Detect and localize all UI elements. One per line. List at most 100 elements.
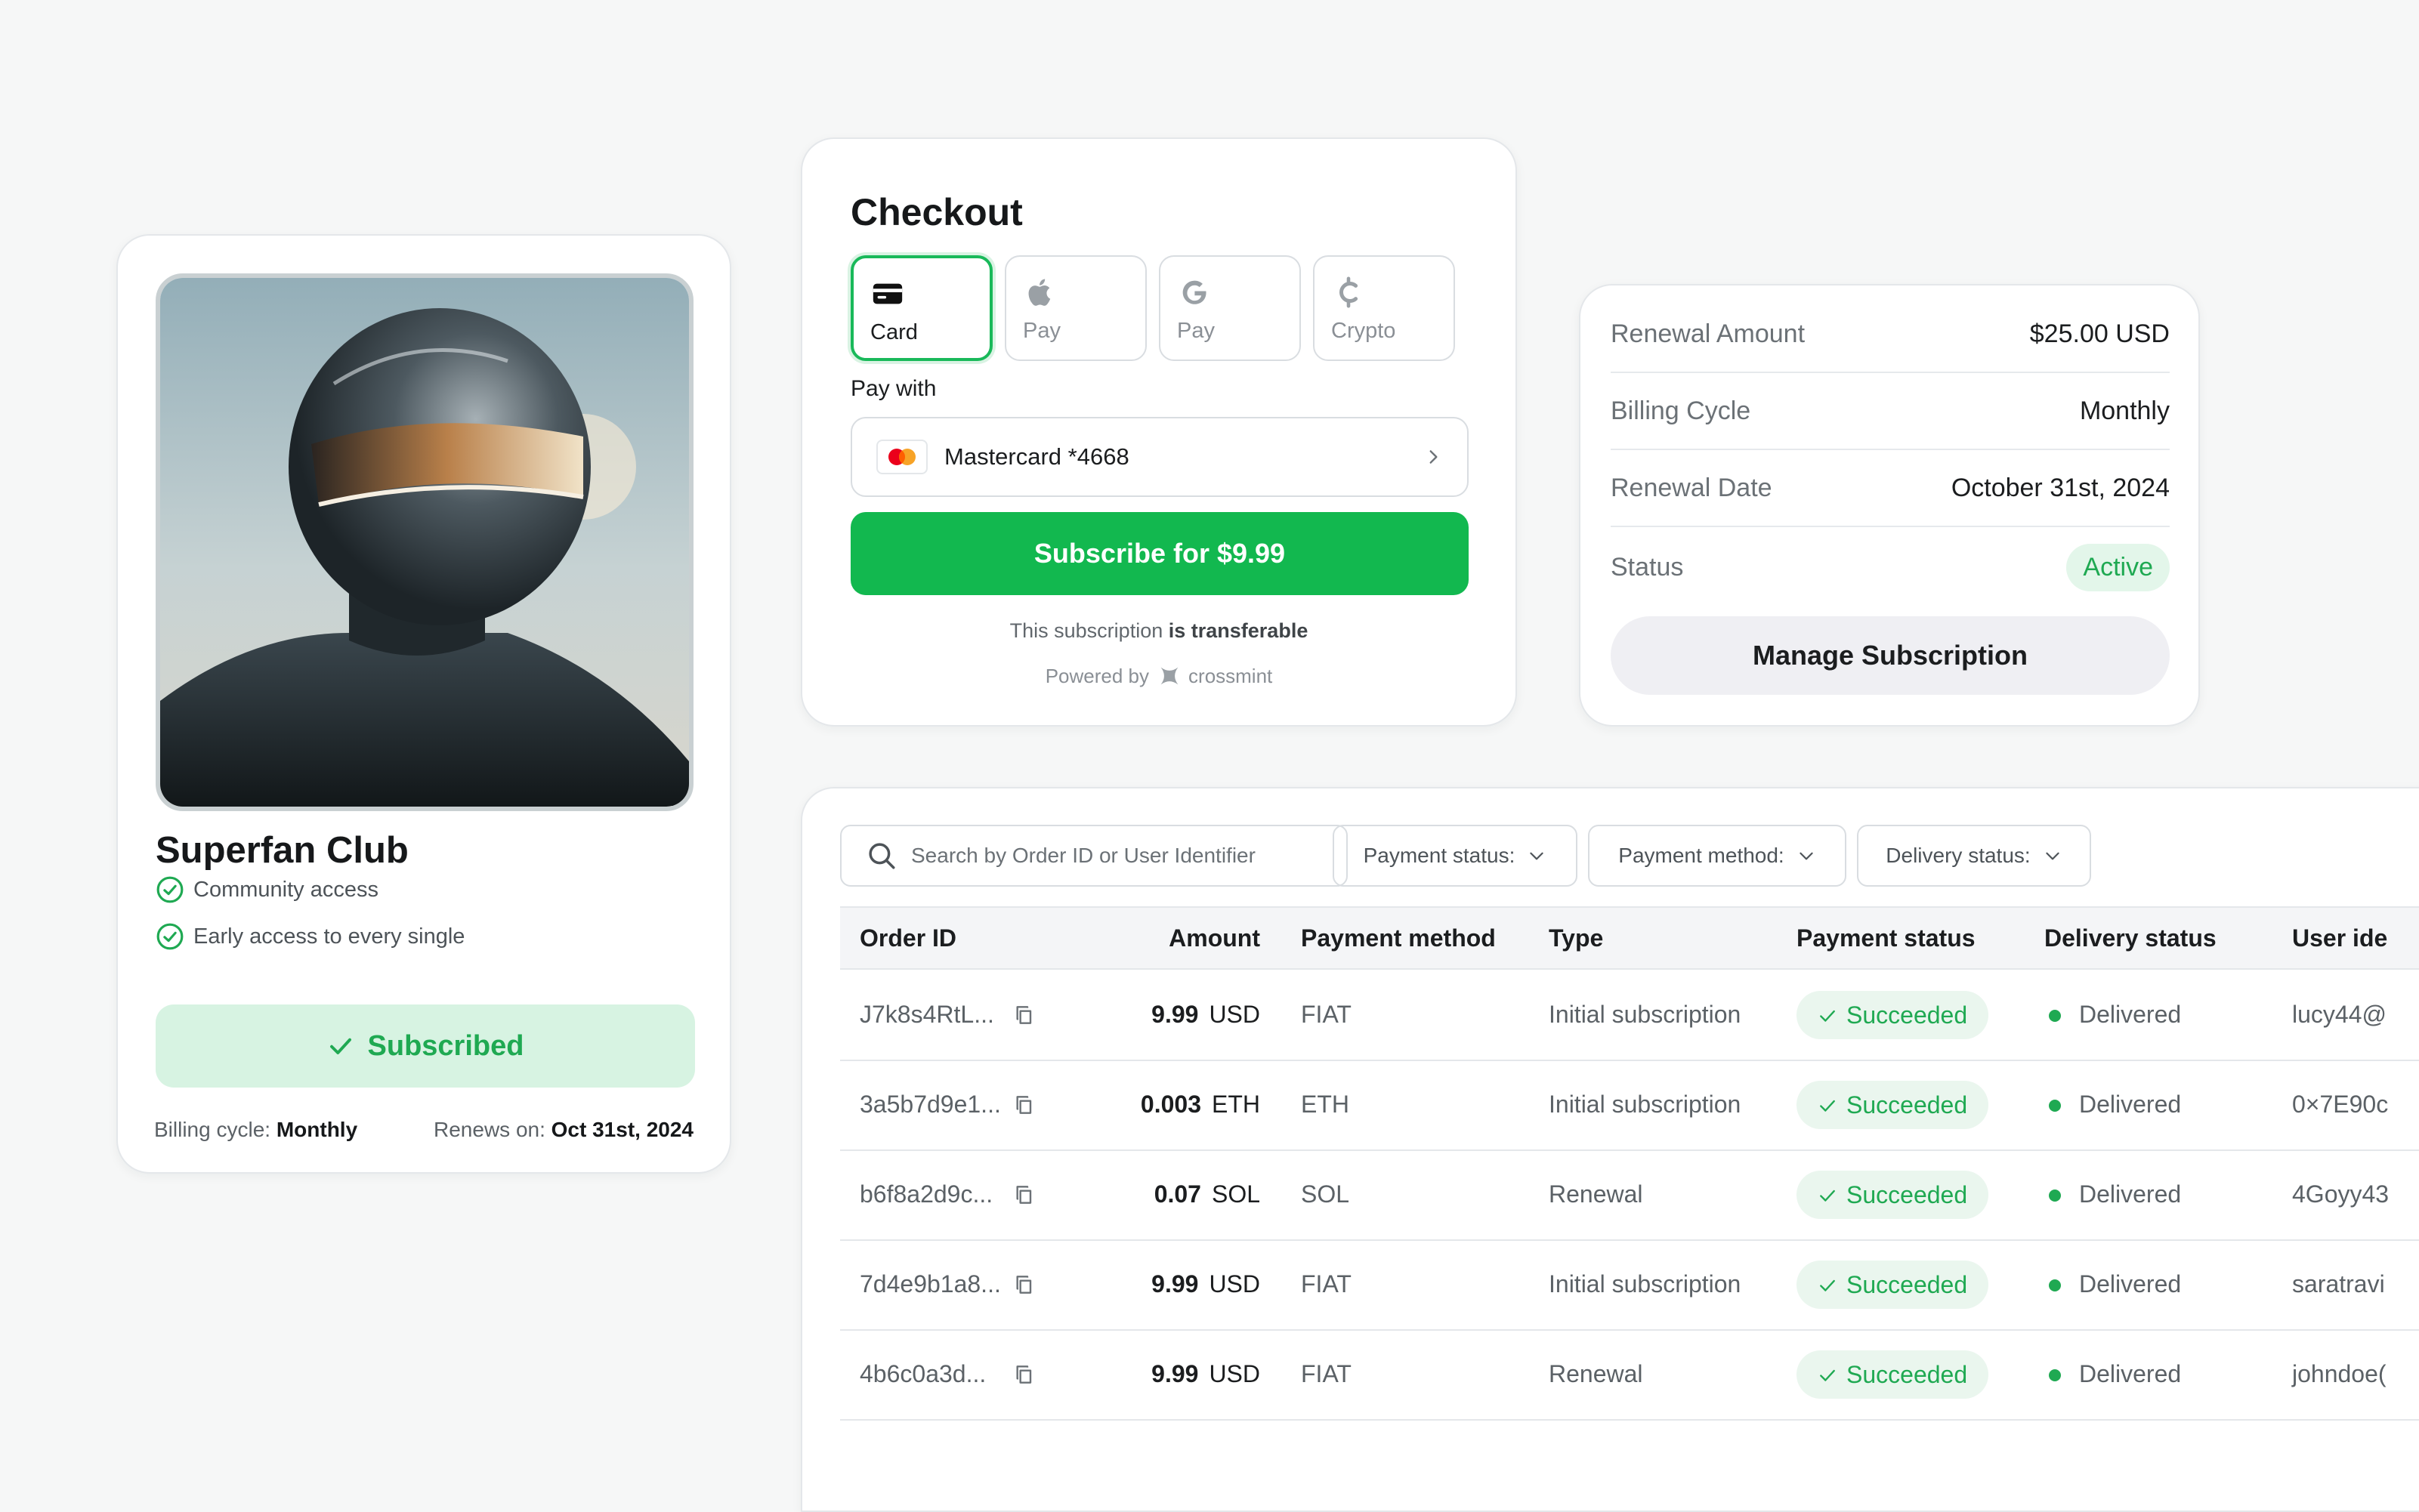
column-header-payment-method[interactable]: Payment method <box>1301 908 1496 968</box>
subscribed-button[interactable]: Subscribed <box>156 1004 695 1088</box>
amount-cell: 9.99 USD <box>1082 970 1260 1060</box>
row-value: $25.00 USD <box>2029 319 2170 348</box>
delivered-status-dot <box>2049 1190 2061 1202</box>
powered-by: Powered by crossmint <box>802 663 1515 689</box>
row-key: Renewal Amount <box>1611 319 1806 348</box>
payment-method-card[interactable]: Card <box>851 255 993 361</box>
checkout-card: Checkout Card Pay Pay Crypto Pay with Ma… <box>801 137 1517 727</box>
transfer-bold: is transferable <box>1168 619 1308 642</box>
subscribe-button[interactable]: Subscribe for $9.99 <box>851 512 1469 595</box>
filter-label: Delivery status: <box>1886 844 2031 867</box>
column-header-order-id[interactable]: Order ID <box>860 908 956 968</box>
user-identifier-cell: saratravi <box>2292 1270 2385 1298</box>
renewal-details-card: Renewal Amount $25.00 USD Billing Cycle … <box>1579 284 2200 727</box>
table-header: Order ID Amount Payment method Type Paym… <box>840 906 2419 970</box>
orders-table-panel: Search by Order ID or User Identifier Pa… <box>801 787 2419 1512</box>
feature-label: Early access to every single <box>193 924 465 949</box>
delivery-status-cell: Delivered <box>2079 1270 2182 1298</box>
payment-method-cell: FIAT <box>1301 1001 1352 1028</box>
table-row[interactable]: 3a5b7d9e1... 0.003 ETH ETH Initial subscript… <box>840 1060 2419 1151</box>
delivery-status-cell: Delivered <box>2079 1180 2182 1208</box>
club-title: Superfan Club <box>156 830 409 871</box>
column-header-amount[interactable]: Amount <box>1157 908 1260 968</box>
copy-icon[interactable] <box>1012 1183 1036 1207</box>
type-cell: Initial subscription <box>1549 1270 1741 1298</box>
renewal-date-row: Renewal Date October 31st, 2024 <box>1611 450 2170 527</box>
type-cell: Renewal <box>1549 1360 1643 1387</box>
billing-cycle-value: Monthly <box>276 1118 358 1141</box>
order-id[interactable]: 4b6c0a3d... <box>860 1329 986 1419</box>
manage-subscription-button[interactable]: Manage Subscription <box>1611 616 2170 695</box>
check-circle-icon <box>156 923 184 950</box>
copy-icon[interactable] <box>1012 1362 1036 1387</box>
payment-status-filter[interactable]: Payment status: <box>1333 825 1577 887</box>
payment-status-badge: Succeeded <box>1796 1171 1989 1219</box>
delivered-status-dot <box>2049 1279 2061 1291</box>
amount-currency: USD <box>1209 1360 1260 1387</box>
delivery-status-cell: Delivered <box>2079 1001 2182 1028</box>
delivery-status-cell: Delivered <box>2079 1360 2182 1387</box>
payment-status-label: Succeeded <box>1846 1181 1968 1208</box>
search-input[interactable]: Search by Order ID or User Identifier <box>840 825 1348 887</box>
order-id[interactable]: 3a5b7d9e1... <box>860 1060 1001 1149</box>
checkmark-icon <box>1820 1190 1835 1202</box>
payment-status-label: Succeeded <box>1846 1001 1968 1029</box>
saved-card-select[interactable]: Mastercard *4668 <box>851 417 1469 497</box>
order-id[interactable]: b6f8a2d9c... <box>860 1149 993 1239</box>
payment-method-google-pay[interactable]: Pay <box>1159 255 1301 361</box>
payment-status-label: Succeeded <box>1846 1091 1968 1119</box>
table-row[interactable]: 7d4e9b1a8... 9.99 USD FIAT Initial subscript… <box>840 1239 2419 1331</box>
payment-method-apple-pay[interactable]: Pay <box>1005 255 1147 361</box>
payment-method-label: Pay <box>1177 319 1215 343</box>
payment-status-badge: Succeeded <box>1796 991 1989 1039</box>
chevron-down-icon <box>2046 852 2059 860</box>
powered-by-label: Powered by <box>1045 664 1150 687</box>
copy-icon[interactable] <box>1012 1093 1036 1117</box>
table-row[interactable]: J7k8s4RtL... 9.99 USD FIAT Initial subscript… <box>840 970 2419 1061</box>
copy-icon[interactable] <box>1012 1273 1036 1297</box>
feature-label: Community access <box>193 877 378 902</box>
mastercard-icon <box>876 440 928 474</box>
apple-icon <box>1028 279 1051 306</box>
subscribed-label: Subscribed <box>367 1029 524 1062</box>
status-badge: Active <box>2066 543 2170 591</box>
checkmark-icon <box>329 1038 351 1054</box>
payment-method-filter[interactable]: Payment method: <box>1588 825 1846 887</box>
artist-image <box>156 273 694 811</box>
payment-status-label: Succeeded <box>1846 1271 1968 1298</box>
amount-currency: SOL <box>1211 1180 1260 1208</box>
amount-value: 9.99 <box>1151 1001 1199 1028</box>
type-cell: Initial subscription <box>1549 1091 1741 1118</box>
copy-icon[interactable] <box>1012 1003 1036 1027</box>
row-key: Status <box>1611 552 1684 582</box>
chevron-down-icon <box>1800 852 1813 860</box>
delivery-status-cell: Delivered <box>2079 1091 2182 1118</box>
table-row[interactable]: 4b6c0a3d... 9.99 USD FIAT Renewal Succeeded De… <box>840 1329 2419 1421</box>
delivery-status-filter[interactable]: Delivery status: <box>1857 825 2091 887</box>
card-label: Mastercard *4668 <box>944 443 1129 470</box>
payment-status-badge: Succeeded <box>1796 1081 1989 1129</box>
user-identifier-cell: lucy44@ <box>2292 1001 2387 1028</box>
order-id[interactable]: 7d4e9b1a8... <box>860 1239 1001 1329</box>
payment-method-cell: FIAT <box>1301 1360 1352 1387</box>
payment-method-crypto[interactable]: Crypto <box>1313 255 1455 361</box>
payment-status-badge: Succeeded <box>1796 1350 1989 1399</box>
column-header-type[interactable]: Type <box>1549 908 1603 968</box>
status-row: Status Active <box>1611 527 2170 607</box>
checkmark-icon <box>1820 1369 1835 1381</box>
chevron-right-icon <box>1429 450 1438 464</box>
payment-method-label: Crypto <box>1331 319 1396 343</box>
google-icon <box>1182 280 1206 304</box>
payment-method-cell: ETH <box>1301 1091 1349 1118</box>
chevron-down-icon <box>1530 852 1544 860</box>
column-header-delivery-status[interactable]: Delivery status <box>2044 908 2217 968</box>
column-header-payment-status[interactable]: Payment status <box>1796 908 1976 968</box>
column-header-user-identifier[interactable]: User ide <box>2292 908 2387 968</box>
amount-currency: ETH <box>1212 1091 1260 1118</box>
renewal-amount-row: Renewal Amount $25.00 USD <box>1611 296 2170 373</box>
order-id[interactable]: J7k8s4RtL... <box>860 970 994 1060</box>
renews-value: Oct 31st, 2024 <box>551 1118 694 1141</box>
delivered-status-dot <box>2049 1010 2061 1022</box>
amount-cell: 9.99 USD <box>1082 1239 1260 1329</box>
table-row[interactable]: b6f8a2d9c... 0.07 SOL SOL Renewal Succeeded De… <box>840 1149 2419 1241</box>
